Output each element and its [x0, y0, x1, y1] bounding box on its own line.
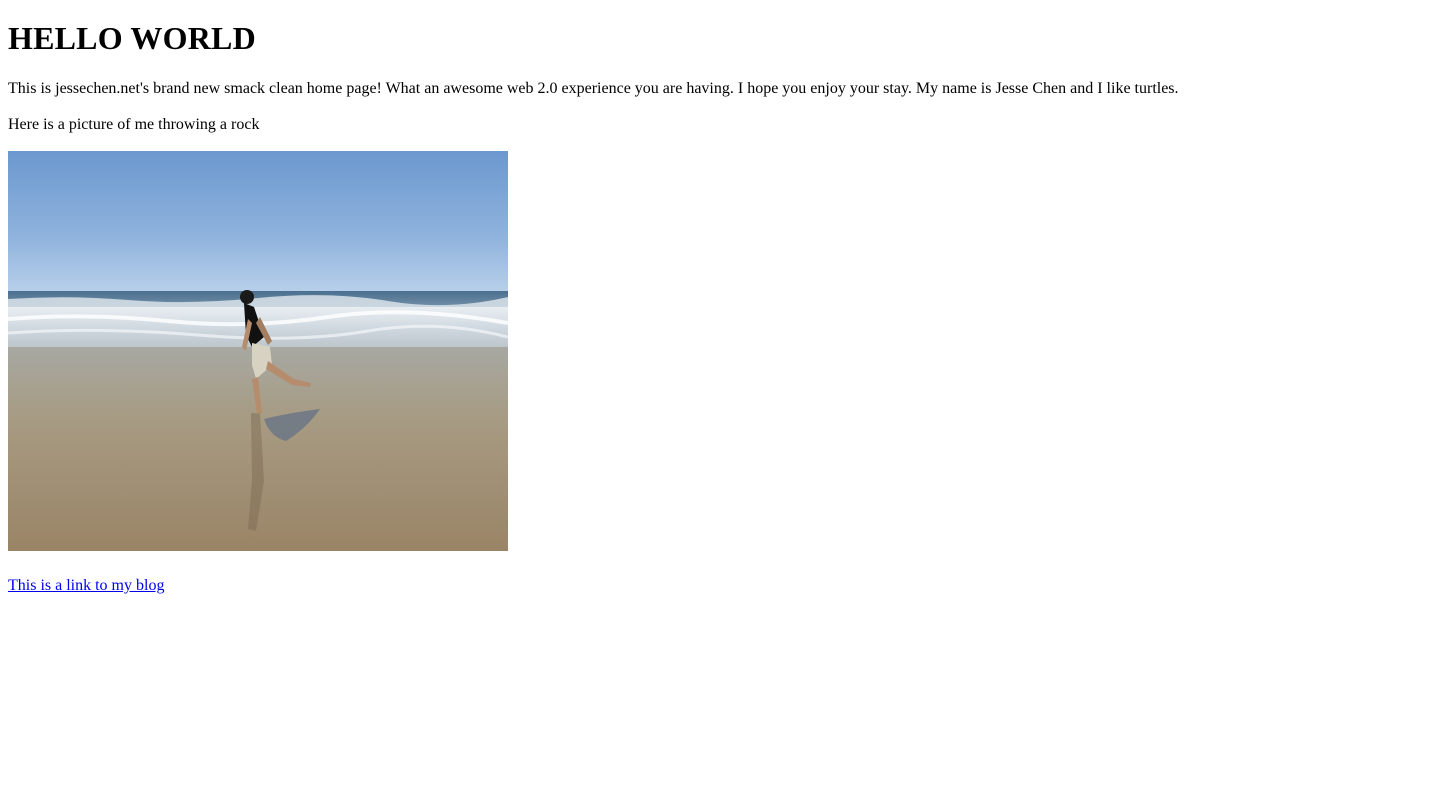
- photo-caption: Here is a picture of me throwing a rock: [8, 116, 260, 133]
- page-heading: HELLO WORLD: [8, 20, 256, 56]
- page: HELLO WORLD This is jessechen.net's bran…: [0, 0, 1448, 809]
- intro-paragraph: This is jessechen.net's brand new smack …: [8, 80, 1179, 97]
- blog-link[interactable]: This is a link to my blog: [8, 576, 164, 596]
- beach-photo: [8, 151, 508, 551]
